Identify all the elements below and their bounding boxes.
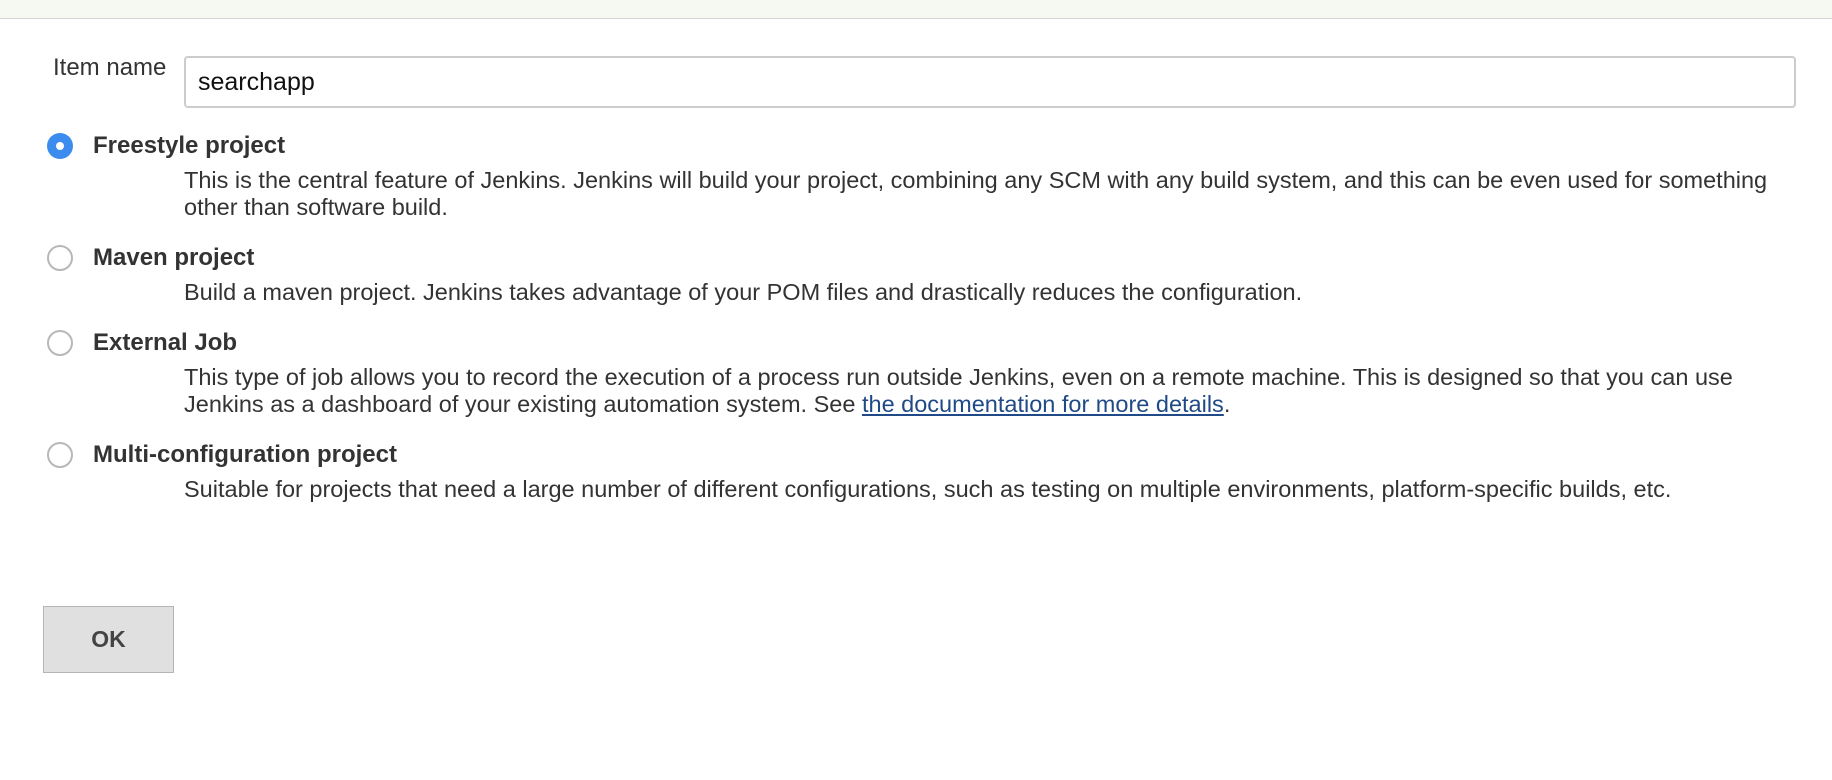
item-name-label: Item name [53,54,167,81]
multi-configuration-project-description: Suitable for projects that need a large … [184,476,1672,502]
item-name-input[interactable] [184,56,1796,108]
documentation-link[interactable]: the documentation for more details [862,391,1224,417]
top-header-band [0,0,1832,19]
external-job-description-end: . [1223,391,1231,417]
freestyle-project-radio[interactable] [47,133,73,159]
maven-project-title[interactable]: Maven project [93,244,254,272]
ok-button[interactable]: OK [43,606,174,673]
maven-project-radio[interactable] [47,245,73,271]
multi-configuration-project-radio[interactable] [47,442,73,468]
multi-configuration-project-title[interactable]: Multi-configuration project [93,441,397,469]
radio-selected-dot [56,142,64,150]
external-job-title[interactable]: External Job [93,329,237,357]
freestyle-project-title[interactable]: Freestyle project [93,132,285,160]
freestyle-project-description: This is the central feature of Jenkins. … [184,167,1768,220]
external-job-description: This type of job allows you to record th… [184,364,1804,418]
external-job-radio[interactable] [47,330,73,356]
maven-project-description: Build a maven project. Jenkins takes adv… [184,279,1303,305]
